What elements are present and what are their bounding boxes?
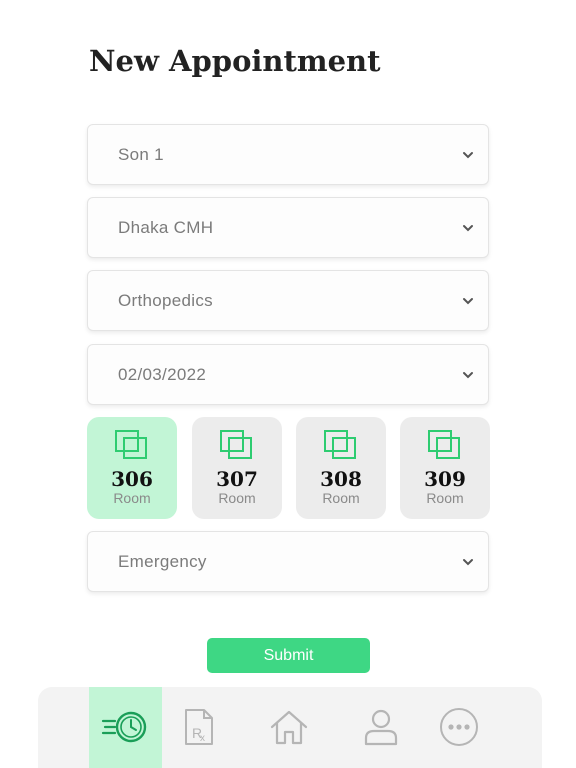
room-option-306[interactable]: 306 Room (87, 417, 177, 519)
room-icon (324, 430, 356, 459)
room-label: Room (426, 490, 464, 506)
chevron-down-icon (463, 224, 473, 231)
department-select[interactable]: Orthopedics (87, 270, 489, 331)
room-label: Room (218, 490, 256, 506)
nav-prescriptions[interactable]: R x (162, 687, 235, 768)
chevron-down-icon (463, 371, 473, 378)
room-icon (115, 430, 147, 459)
more-icon (439, 708, 478, 746)
room-number: 307 (216, 467, 258, 491)
room-option-308[interactable]: 308 Room (296, 417, 386, 519)
home-icon (270, 710, 307, 745)
room-icon (220, 430, 252, 459)
appointment-type-value: Emergency (118, 551, 207, 571)
room-number: 306 (111, 467, 153, 491)
hospital-select[interactable]: Dhaka CMH (87, 197, 489, 258)
chevron-down-icon (463, 558, 473, 565)
appointment-type-select[interactable]: Emergency (87, 531, 489, 592)
svg-text:x: x (200, 733, 205, 744)
room-icon (428, 430, 460, 459)
room-number: 309 (424, 467, 466, 491)
patient-value: Son 1 (118, 144, 164, 164)
chevron-down-icon (463, 151, 473, 158)
date-value: 02/03/2022 (118, 364, 207, 384)
bottom-nav: R x (38, 687, 542, 768)
hospital-value: Dhaka CMH (118, 217, 214, 237)
prescription-icon: R x (184, 709, 213, 745)
submit-button[interactable]: Submit (207, 638, 370, 673)
patient-select[interactable]: Son 1 (87, 124, 489, 185)
nav-profile[interactable] (344, 687, 417, 768)
nav-more[interactable] (422, 687, 495, 768)
room-option-307[interactable]: 307 Room (192, 417, 282, 519)
date-select[interactable]: 02/03/2022 (87, 344, 489, 405)
fast-clock-icon (101, 711, 146, 743)
nav-appointments[interactable] (89, 687, 162, 768)
room-option-309[interactable]: 309 Room (400, 417, 490, 519)
nav-home[interactable] (252, 687, 325, 768)
user-icon (364, 709, 397, 746)
room-number: 308 (320, 467, 362, 491)
chevron-down-icon (463, 297, 473, 304)
department-value: Orthopedics (118, 290, 213, 310)
page-title: New Appointment (89, 44, 381, 78)
room-label: Room (322, 490, 360, 506)
room-label: Room (113, 490, 151, 506)
